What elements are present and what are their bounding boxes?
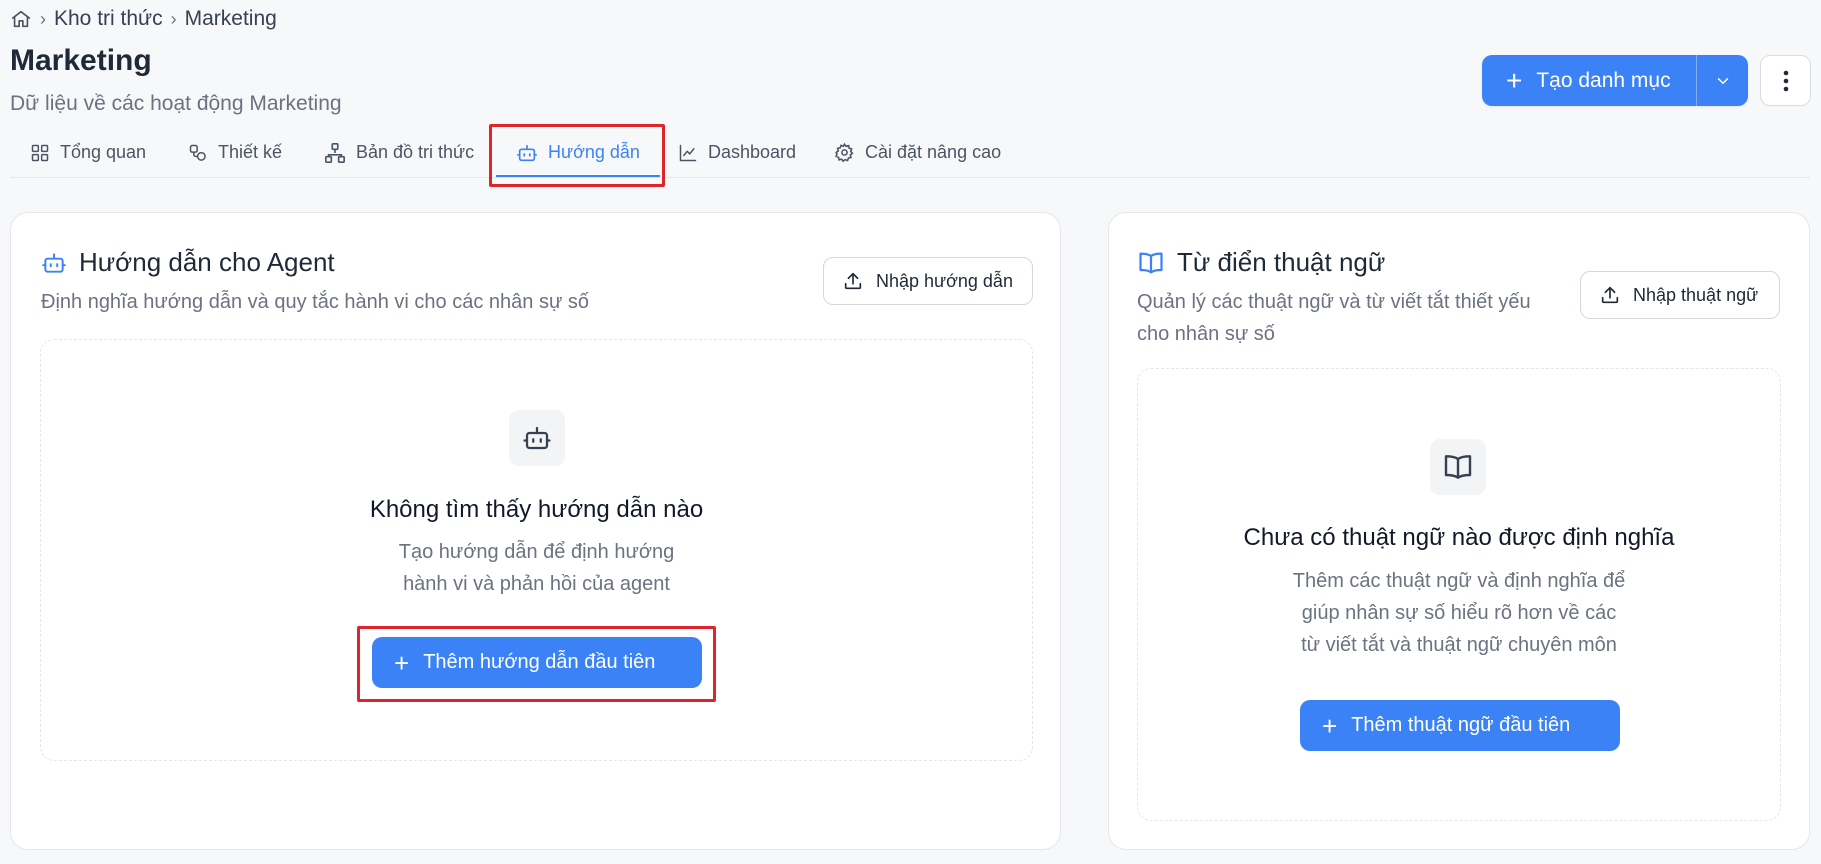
book-icon-tile — [1430, 439, 1486, 495]
tab-thiet-ke[interactable]: Thiết kế — [184, 128, 286, 177]
tab-bar: Tổng quan Thiết kế Bản đồ tri thức Hướng… — [10, 128, 1810, 178]
tab-label: Hướng dẫn — [548, 142, 640, 162]
upload-icon — [1601, 286, 1619, 304]
tab-dashboard[interactable]: Dashboard — [674, 128, 800, 177]
more-options-button[interactable] — [1760, 55, 1811, 106]
bot-icon — [517, 144, 538, 161]
tab-cai-dat-nang-cao[interactable]: Cài đặt nâng cao — [830, 128, 1005, 177]
card-subtitle-line1: Quản lý các thuật ngữ và từ viết tắt thi… — [1137, 291, 1531, 313]
import-guides-button[interactable]: Nhập hướng dẫn — [823, 257, 1033, 305]
create-category-label: Tạo danh mục — [1536, 68, 1671, 92]
tab-huong-dan[interactable]: Hướng dẫn — [496, 128, 660, 177]
plus-icon: + — [394, 647, 410, 678]
bot-icon — [42, 252, 66, 273]
chevron-right-icon: › — [170, 8, 177, 29]
plus-icon: + — [1322, 710, 1338, 741]
breadcrumb: › Kho tri thức › Marketing — [10, 6, 277, 32]
gear-icon — [835, 142, 854, 163]
chevron-right-icon: › — [40, 8, 46, 29]
create-category-button[interactable]: + Tạo danh mục — [1482, 55, 1696, 106]
add-first-term-label: Thêm thuật ngữ đầu tiên — [1351, 714, 1571, 736]
tab-label: Dashboard — [708, 142, 797, 162]
card-title: Từ điển thuật ngữ — [1137, 247, 1385, 278]
tab-label: Cài đặt nâng cao — [865, 142, 1002, 162]
empty-state-title: Chưa có thuật ngữ nào được định nghĩa — [1243, 524, 1675, 551]
create-category-split-button: + Tạo danh mục — [1482, 55, 1748, 106]
knowledge-page: › Kho tri thức › Marketing Marketing Dữ … — [0, 0, 1821, 864]
guides-empty-state: Không tìm thấy hướng dẫn nào Tạo hướng d… — [40, 339, 1033, 761]
more-vertical-icon — [1783, 70, 1788, 91]
glossary-empty-state: Chưa có thuật ngữ nào được định nghĩa Th… — [1137, 368, 1781, 821]
card-subtitle-line2: cho nhân sự số — [1137, 323, 1275, 345]
bot-icon-tile — [509, 410, 565, 466]
empty-state-desc-line3: từ viết tắt và thuật ngữ chuyên môn — [1301, 634, 1617, 656]
chart-line-icon — [679, 144, 697, 161]
grid-icon — [31, 144, 49, 161]
empty-state-desc-line1: Tạo hướng dẫn để định hướng — [398, 541, 675, 563]
breadcrumb-item-kho-tri-thuc[interactable]: Kho tri thức — [54, 7, 163, 31]
create-category-dropdown[interactable] — [1696, 55, 1748, 106]
card-title-text: Từ điển thuật ngữ — [1177, 247, 1386, 277]
plus-icon: + — [1506, 64, 1523, 96]
bot-icon — [523, 426, 551, 450]
book-open-icon — [1139, 252, 1163, 273]
import-terms-label: Nhập thuật ngữ — [1633, 284, 1759, 305]
empty-state-desc-line2: giúp nhân sự số hiểu rõ hơn về các — [1301, 602, 1617, 624]
card-subtitle: Định nghĩa hướng dẫn và quy tắc hành vi … — [41, 291, 590, 313]
shapes-icon — [189, 144, 206, 161]
import-guides-label: Nhập hướng dẫn — [876, 270, 1013, 291]
add-first-guide-button[interactable]: + Thêm hướng dẫn đầu tiên — [372, 637, 702, 688]
tab-label: Bản đồ tri thức — [356, 142, 475, 162]
glossary-card: Từ điển thuật ngữ Quản lý các thuật ngữ … — [1108, 212, 1810, 850]
import-terms-button[interactable]: Nhập thuật ngữ — [1580, 271, 1780, 319]
page-title: Marketing — [10, 44, 152, 77]
empty-state-desc-line1: Thêm các thuật ngữ và định nghĩa để — [1292, 570, 1626, 592]
card-title-text: Hướng dẫn cho Agent — [79, 247, 335, 277]
home-icon[interactable] — [10, 8, 32, 30]
book-open-icon — [1444, 455, 1472, 479]
tab-label: Thiết kế — [218, 142, 283, 162]
upload-icon — [844, 272, 862, 290]
add-first-guide-label: Thêm hướng dẫn đầu tiên — [423, 651, 656, 673]
tab-ban-do-tri-thuc[interactable]: Bản đồ tri thức — [320, 128, 478, 177]
add-first-term-button[interactable]: + Thêm thuật ngữ đầu tiên — [1300, 700, 1620, 751]
agent-guides-card: Hướng dẫn cho Agent Định nghĩa hướng dẫn… — [10, 212, 1061, 850]
empty-state-desc-line2: hành vi và phản hồi của agent — [403, 573, 670, 595]
card-title: Hướng dẫn cho Agent — [41, 247, 335, 278]
chevron-down-icon — [1717, 77, 1728, 84]
network-icon — [325, 142, 345, 163]
breadcrumb-item-current: Marketing — [184, 7, 277, 30]
page-subtitle: Dữ liệu về các hoạt động Marketing — [10, 92, 342, 115]
empty-state-title: Không tìm thấy hướng dẫn nào — [369, 496, 704, 523]
tab-tong-quan[interactable]: Tổng quan — [26, 128, 150, 177]
tab-label: Tổng quan — [60, 142, 147, 162]
